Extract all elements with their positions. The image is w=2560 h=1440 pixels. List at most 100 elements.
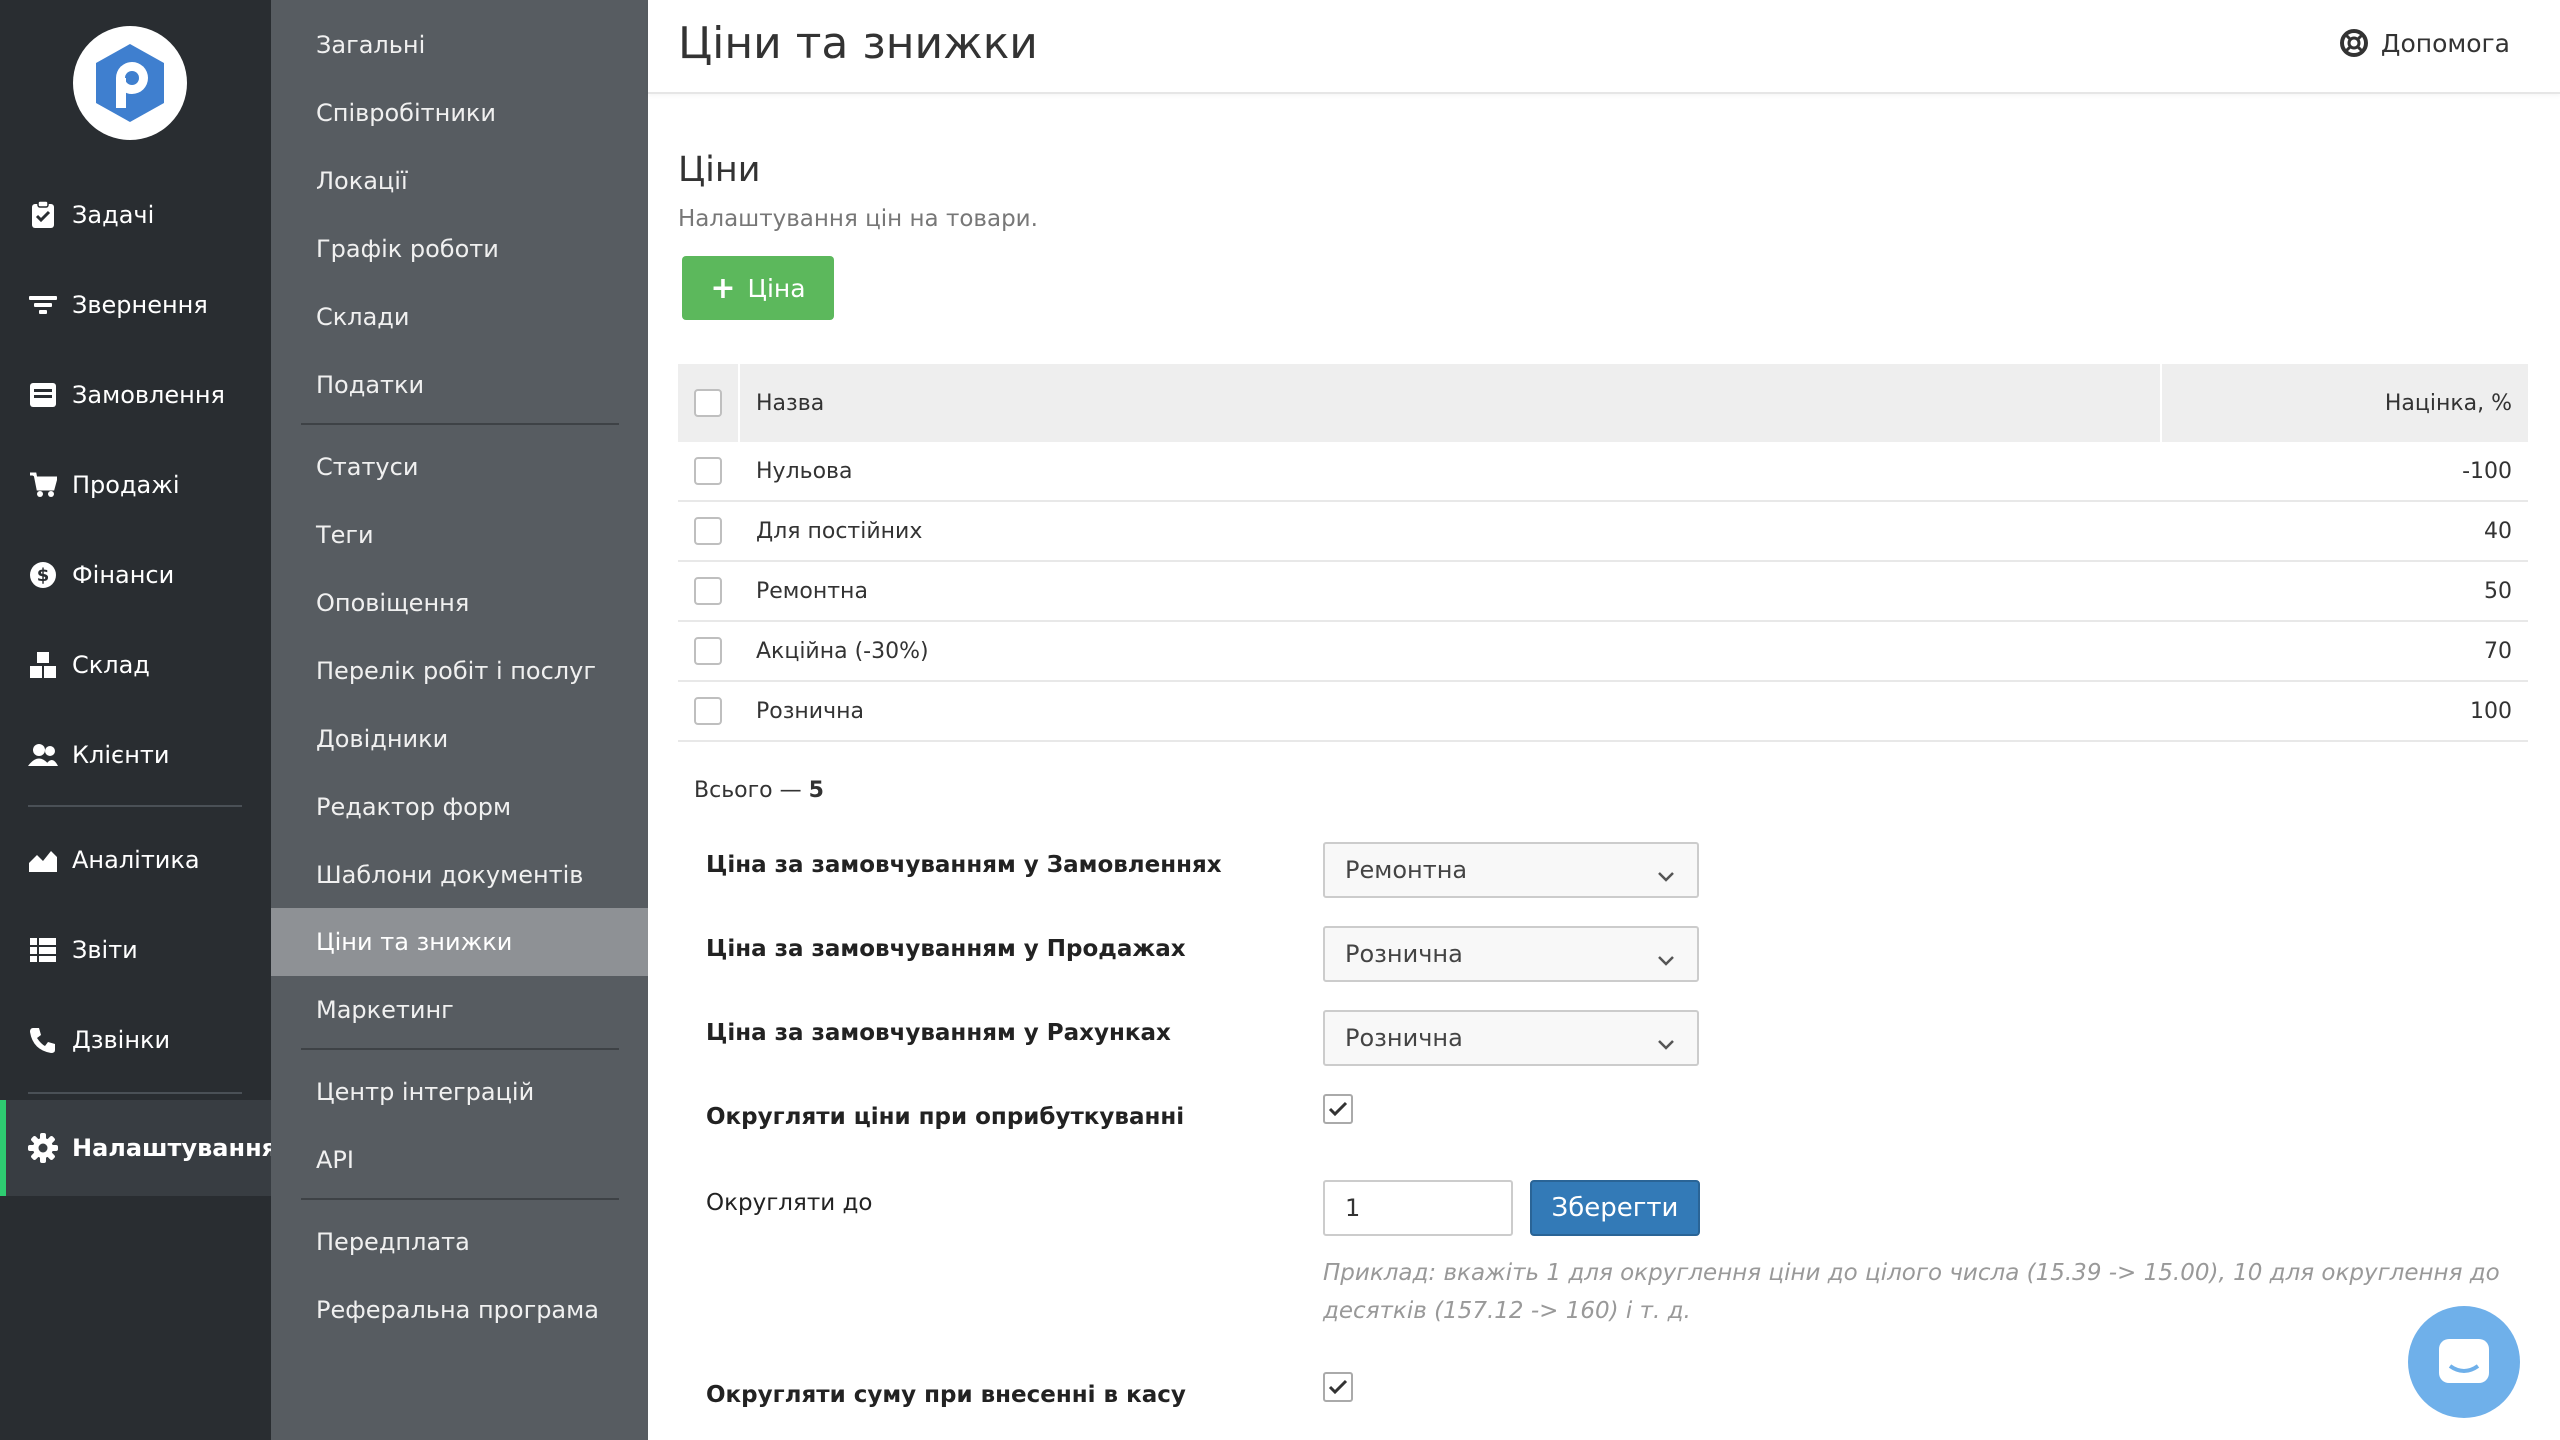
settings-item-general[interactable]: Загальні [271,11,648,79]
price-markup: -100 [2462,458,2512,484]
chat-widget-button[interactable] [2408,1306,2520,1418]
column-divider [738,364,740,442]
orders-default-value: Ремонтна [1345,856,1468,884]
price-name[interactable]: Нульова [756,459,853,484]
settings-item-prices[interactable]: Ціни та знижки [271,908,648,976]
price-markup: 100 [2470,698,2512,724]
price-markup: 70 [2484,638,2512,664]
round-hint: Приклад: вкажіть 1 для округлення ціни д… [1323,1260,2500,1324]
settings-item-form-editor[interactable]: Редактор форм [271,773,648,841]
price-name[interactable]: Рознична [756,699,864,724]
chevron-down-icon [1657,1029,1675,1057]
table-header: Назва Націнка, % [678,364,2528,442]
users-icon [28,740,58,770]
invoices-default-select[interactable]: Рознична [1323,1010,1699,1066]
settings-item-dictionaries[interactable]: Довідники [271,705,648,773]
area-chart-icon [28,845,58,875]
row-checkbox[interactable] [694,697,722,725]
nav-item-settings[interactable]: Налаштування [0,1100,277,1196]
app-logo[interactable] [73,26,187,140]
settings-item-tags[interactable]: Теги [271,501,648,569]
settings-item-warehouses[interactable]: Склади [271,283,648,351]
chevron-down-icon [1657,945,1675,973]
nav-item-analytics[interactable]: Аналітика [0,815,271,905]
settings-item-marketing[interactable]: Маркетинг [271,976,648,1044]
round-to-input[interactable] [1323,1180,1513,1236]
sales-default-label: Ціна за замовчуванням у Продажах [706,936,1186,962]
nav-item-label: Продажі [72,471,180,499]
row-checkbox[interactable] [694,517,722,545]
help-link[interactable]: Допомога [2339,28,2510,58]
save-button[interactable]: Зберегти [1530,1180,1700,1236]
settings-item-notifications[interactable]: Оповіщення [271,569,648,637]
gear-icon [28,1133,58,1163]
nav-item-finance[interactable]: $ Фінанси [0,530,271,620]
nav-item-warehouse[interactable]: Склад [0,620,271,710]
dollar-icon: $ [28,560,58,590]
settings-item-statuses[interactable]: Статуси [271,433,648,501]
add-price-label: Ціна [747,273,806,303]
table-row[interactable]: Рознична 100 [678,682,2528,742]
nav-item-label: Задачі [72,201,155,229]
price-markup: 40 [2484,518,2512,544]
round-to-label: Округляти до [706,1190,873,1216]
settings-item-employees[interactable]: Співробітники [271,79,648,147]
filter-icon [28,290,58,320]
sales-default-select[interactable]: Рознична [1323,926,1699,982]
svg-text:$: $ [37,565,50,586]
settings-item-locations[interactable]: Локації [271,147,648,215]
price-name[interactable]: Акційна (-30%) [756,639,929,664]
nav-divider [28,805,242,807]
table-row[interactable]: Акційна (-30%) 70 [678,622,2528,682]
nav-item-label: Аналітика [72,846,200,874]
help-label: Допомога [2380,28,2510,58]
cart-icon [28,470,58,500]
clipboard-check-icon [28,200,58,230]
round-cash-checkbox[interactable] [1323,1372,1353,1402]
row-checkbox[interactable] [694,577,722,605]
settings-item-taxes[interactable]: Податки [271,351,648,419]
settings-divider [301,1198,619,1200]
settings-divider [301,423,619,425]
nav-item-tasks[interactable]: Задачі [0,170,271,260]
sales-default-value: Рознична [1345,940,1463,968]
nav-item-label: Фінанси [72,561,175,589]
round-cash-label: Округляти суму при внесенні в касу [706,1382,1186,1408]
price-name[interactable]: Для постійних [756,519,922,544]
nav-item-calls[interactable]: Дзвінки [0,995,271,1085]
select-all-checkbox[interactable] [694,389,722,417]
logo-icon [96,44,164,122]
orders-default-select[interactable]: Ремонтна [1323,842,1699,898]
settings-item-referral[interactable]: Реферальна програма [271,1276,648,1344]
nav-item-sales[interactable]: Продажі [0,440,271,530]
main-sidebar: Задачі Звернення Замовлення Продажі $ Фі… [0,0,277,1440]
column-markup-header[interactable]: Націнка, % [2385,391,2512,416]
phone-icon [28,1025,58,1055]
main-content: Ціни Налаштування цін на товари. + Ціна … [648,94,2560,1440]
nav-item-reports[interactable]: Звіти [0,905,271,995]
settings-item-doc-templates[interactable]: Шаблони документів [271,841,648,909]
total-count: Всього — 5 [694,778,824,803]
nav-item-orders[interactable]: Замовлення [0,350,271,440]
column-name-header[interactable]: Назва [756,391,824,416]
round-on-posting-checkbox[interactable] [1323,1094,1353,1124]
nav-item-label: Дзвінки [72,1026,171,1054]
table-row[interactable]: Для постійних 40 [678,502,2528,562]
settings-item-api[interactable]: API [271,1126,648,1194]
settings-item-subscription[interactable]: Передплата [271,1208,648,1276]
row-checkbox[interactable] [694,637,722,665]
settings-item-integrations[interactable]: Центр інтеграцій [271,1058,648,1126]
row-checkbox[interactable] [694,457,722,485]
settings-item-services[interactable]: Перелік робіт і послуг [271,637,648,705]
nav-item-requests[interactable]: Звернення [0,260,271,350]
nav-item-label: Звіти [72,936,138,964]
price-name[interactable]: Ремонтна [756,579,868,604]
add-price-button[interactable]: + Ціна [682,256,834,320]
nav-divider [28,1092,242,1094]
settings-item-schedule[interactable]: Графік роботи [271,215,648,283]
table-row[interactable]: Нульова -100 [678,442,2528,502]
table-row[interactable]: Ремонтна 50 [678,562,2528,622]
plus-icon: + [710,270,736,306]
nav-item-clients[interactable]: Клієнти [0,710,271,800]
nav-item-label: Звернення [72,291,208,319]
